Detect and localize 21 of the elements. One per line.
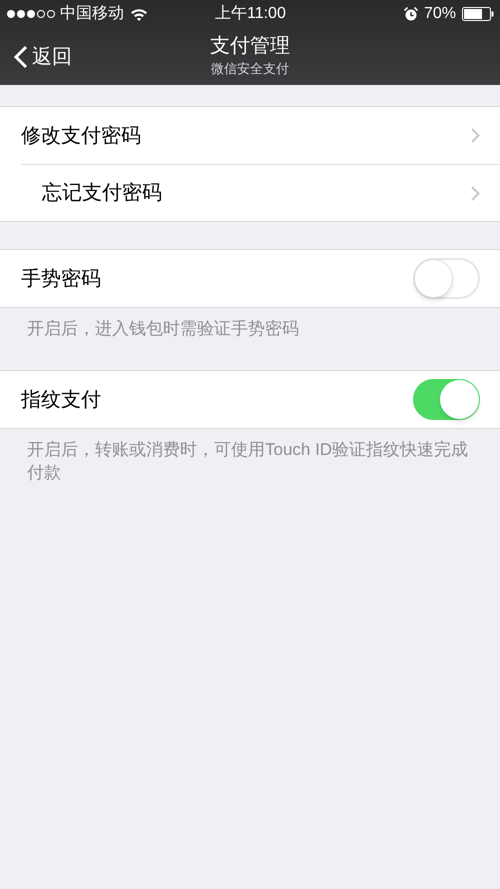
alarm-clock-icon <box>404 7 418 21</box>
chevron-right-icon <box>471 128 480 143</box>
battery-icon <box>462 7 494 21</box>
carrier-name: 中国移动 <box>60 4 124 24</box>
status-time: 上午11:00 <box>215 4 286 24</box>
battery-percent: 70% <box>424 4 456 24</box>
settings-row[interactable]: 修改支付密码 <box>0 107 500 164</box>
section-footer-note: 开启后，进入钱包时需验证手势密码 <box>26 318 300 340</box>
back-button[interactable]: 返回 <box>0 42 72 72</box>
settings-row[interactable]: 忘记支付密码 <box>21 164 500 221</box>
page-title: 支付管理 <box>210 34 290 59</box>
toggle-switch[interactable] <box>413 258 480 299</box>
row-label: 手势密码 <box>21 266 101 292</box>
signal-icon <box>6 9 56 19</box>
wifi-icon <box>130 8 148 20</box>
toggle-switch[interactable] <box>413 379 480 420</box>
row-label: 指纹支付 <box>21 388 101 412</box>
page-subtitle: 微信安全支付 <box>211 60 289 78</box>
chevron-right-icon <box>471 186 480 200</box>
section-footer-note: 开启后，转账或消费时，可使用Touch ID验证指纹快速完成付款 <box>26 439 470 484</box>
back-chevron-icon <box>14 44 28 68</box>
